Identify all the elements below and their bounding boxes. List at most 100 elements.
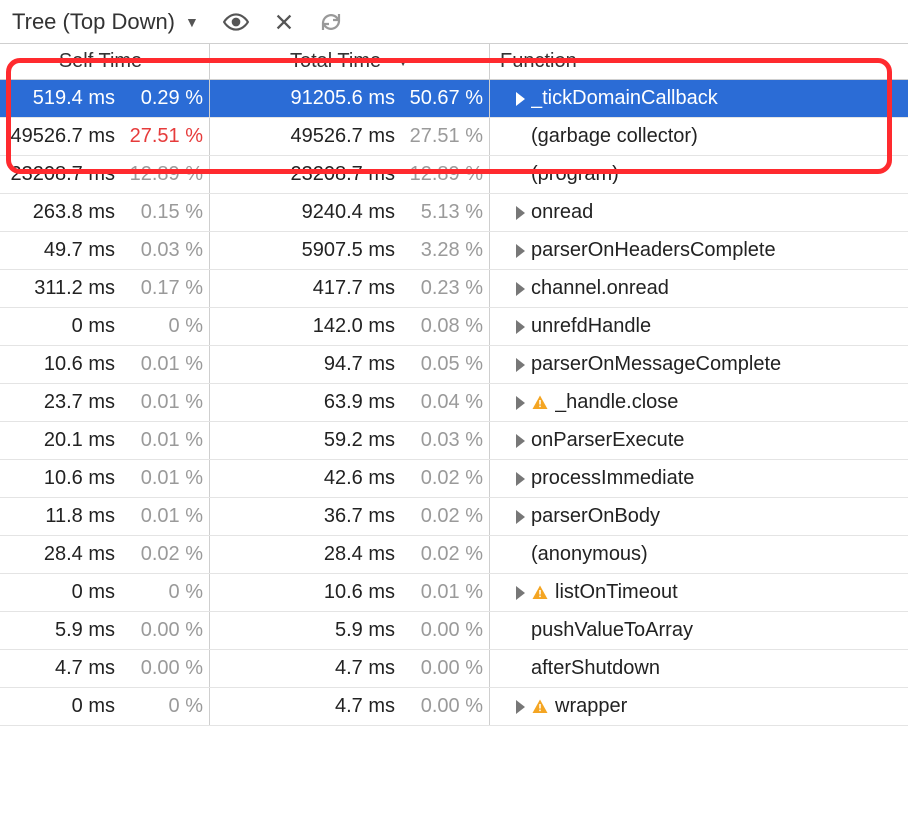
spacer [516,662,525,676]
spacer [516,624,525,638]
total-ms: 5.9 ms [335,619,395,642]
table-row[interactable]: 20.1 ms0.01 %59.2 ms0.03 %onParserExecut… [0,422,908,460]
table-row[interactable]: 263.8 ms0.15 %9240.4 ms5.13 %onread [0,194,908,232]
total-pct: 0.00 % [401,695,483,718]
self-pct: 0.01 % [121,391,203,414]
disclosure-triangle-icon[interactable] [516,586,525,600]
cell-self-time: 263.8 ms0.15 % [0,194,210,231]
cell-self-time: 11.8 ms0.01 % [0,498,210,535]
cell-function: onread [490,194,908,231]
warning-icon [531,584,549,602]
function-name: _handle.close [555,391,678,414]
table-header-row: Self Time Total Time ▼ Function [0,44,908,80]
disclosure-triangle-icon[interactable] [516,244,525,258]
table-row[interactable]: 23208.7 ms12.89 %23208.7 ms12.89 %(progr… [0,156,908,194]
column-header-self-time[interactable]: Self Time [0,44,210,79]
table-row[interactable]: 0 ms0 %10.6 ms0.01 %listOnTimeout [0,574,908,612]
function-name: parserOnMessageComplete [531,353,781,376]
cell-self-time: 10.6 ms0.01 % [0,346,210,383]
cell-self-time: 28.4 ms 0.02 % [0,536,210,573]
total-ms: 36.7 ms [324,505,395,528]
cell-total-time: 10.6 ms0.01 % [210,574,490,611]
self-ms: 49526.7 ms [10,125,115,148]
cell-self-time: 0 ms 0 % [0,688,210,725]
disclosure-triangle-icon[interactable] [516,358,525,372]
self-ms: 311.2 ms [34,277,115,300]
cell-function: parserOnHeadersComplete [490,232,908,269]
self-ms: 23208.7 ms [10,163,115,186]
self-pct: 0 % [121,695,203,718]
column-header-total-time[interactable]: Total Time ▼ [210,44,490,79]
table-row[interactable]: 5.9 ms0.00 %5.9 ms0.00 %pushValueToArray [0,612,908,650]
cell-total-time: 91205.6 ms50.67 % [210,80,490,117]
cell-function: _tickDomainCallback [490,80,908,117]
self-pct: 0.15 % [121,201,203,224]
cell-total-time: 142.0 ms0.08 % [210,308,490,345]
disclosure-triangle-icon[interactable] [516,700,525,714]
function-name: unrefdHandle [531,315,651,338]
total-pct: 0.05 % [401,353,483,376]
self-pct: 0.01 % [121,429,203,452]
sort-desc-icon: ▼ [397,55,409,69]
chevron-down-icon: ▼ [185,14,199,30]
self-pct: 0.00 % [121,657,203,680]
table-row[interactable]: 28.4 ms0.02 %28.4 ms0.02 %(anonymous) [0,536,908,574]
self-pct: 0 % [121,315,203,338]
total-pct: 0.01 % [401,581,483,604]
cell-total-time: 9240.4 ms5.13 % [210,194,490,231]
disclosure-triangle-icon[interactable] [516,472,525,486]
view-mode-dropdown[interactable]: Tree (Top Down) ▼ [12,9,199,35]
table-row[interactable]: 10.6 ms0.01 %94.7 ms0.05 % parserOnMessag… [0,346,908,384]
table-row[interactable]: 10.6 ms0.01 %42.6 ms0.02 %processImmedia… [0,460,908,498]
total-ms: 28.4 ms [324,543,395,566]
table-row[interactable]: 49.7 ms0.03 %5907.5 ms3.28 %parserOnHead… [0,232,908,270]
cell-self-time: 519.4 ms0.29 % [0,80,210,117]
total-pct: 0.00 % [401,619,483,642]
table-row[interactable]: 519.4 ms0.29 %91205.6 ms50.67 %_tickDoma… [0,80,908,118]
disclosure-triangle-icon[interactable] [516,282,525,296]
disclosure-triangle-icon[interactable] [516,206,525,220]
self-ms: 10.6 ms [44,353,115,376]
profile-table: Self Time Total Time ▼ Function 519.4 ms… [0,44,908,726]
cell-total-time: 49526.7 ms27.51 % [210,118,490,155]
table-row[interactable]: 0 ms0 %142.0 ms0.08 %unrefdHandle [0,308,908,346]
table-row[interactable]: 4.7 ms0.00 %4.7 ms0.00 %afterShutdown [0,650,908,688]
column-label: Total Time [290,50,381,73]
total-pct: 0.00 % [401,657,483,680]
cell-total-time: 36.7 ms0.02 % [210,498,490,535]
self-pct: 0.29 % [121,87,203,110]
self-ms: 20.1 ms [44,429,115,452]
table-row[interactable]: 311.2 ms0.17 %417.7 ms0.23 %channel.onre… [0,270,908,308]
profiler-toolbar: Tree (Top Down) ▼ [0,0,908,44]
total-ms: 417.7 ms [313,277,395,300]
cell-total-time: 94.7 ms0.05 % [210,346,490,383]
close-icon[interactable] [273,11,295,33]
total-ms: 23208.7 ms [290,163,395,186]
self-ms: 0 ms [72,695,115,718]
column-label: Function [500,50,577,73]
cell-total-time: 5.9 ms 0.00 % [210,612,490,649]
refresh-icon[interactable] [319,10,343,34]
cell-function: _handle.close [490,384,908,421]
disclosure-triangle-icon[interactable] [516,434,525,448]
cell-function: wrapper [490,688,908,725]
table-row[interactable]: 23.7 ms0.01 %63.9 ms0.04 %_handle.close [0,384,908,422]
view-mode-label: Tree (Top Down) [12,9,175,35]
disclosure-triangle-icon[interactable] [516,320,525,334]
eye-icon[interactable] [223,9,249,35]
disclosure-triangle-icon[interactable] [516,396,525,410]
self-ms: 28.4 ms [44,543,115,566]
disclosure-triangle-icon[interactable] [516,510,525,524]
function-name: parserOnBody [531,505,660,528]
table-row[interactable]: 0 ms0 %4.7 ms0.00 %wrapper [0,688,908,726]
cell-total-time: 42.6 ms0.02 % [210,460,490,497]
table-row[interactable]: 49526.7 ms27.51 %49526.7 ms27.51 %(garba… [0,118,908,156]
column-header-function[interactable]: Function [490,44,908,79]
disclosure-triangle-icon[interactable] [516,92,525,106]
self-pct: 0.17 % [121,277,203,300]
table-row[interactable]: 11.8 ms0.01 %36.7 ms0.02 % parserOnBody [0,498,908,536]
cell-function: processImmediate [490,460,908,497]
cell-function: channel.onread [490,270,908,307]
total-pct: 5.13 % [401,201,483,224]
self-pct: 0.02 % [121,543,203,566]
